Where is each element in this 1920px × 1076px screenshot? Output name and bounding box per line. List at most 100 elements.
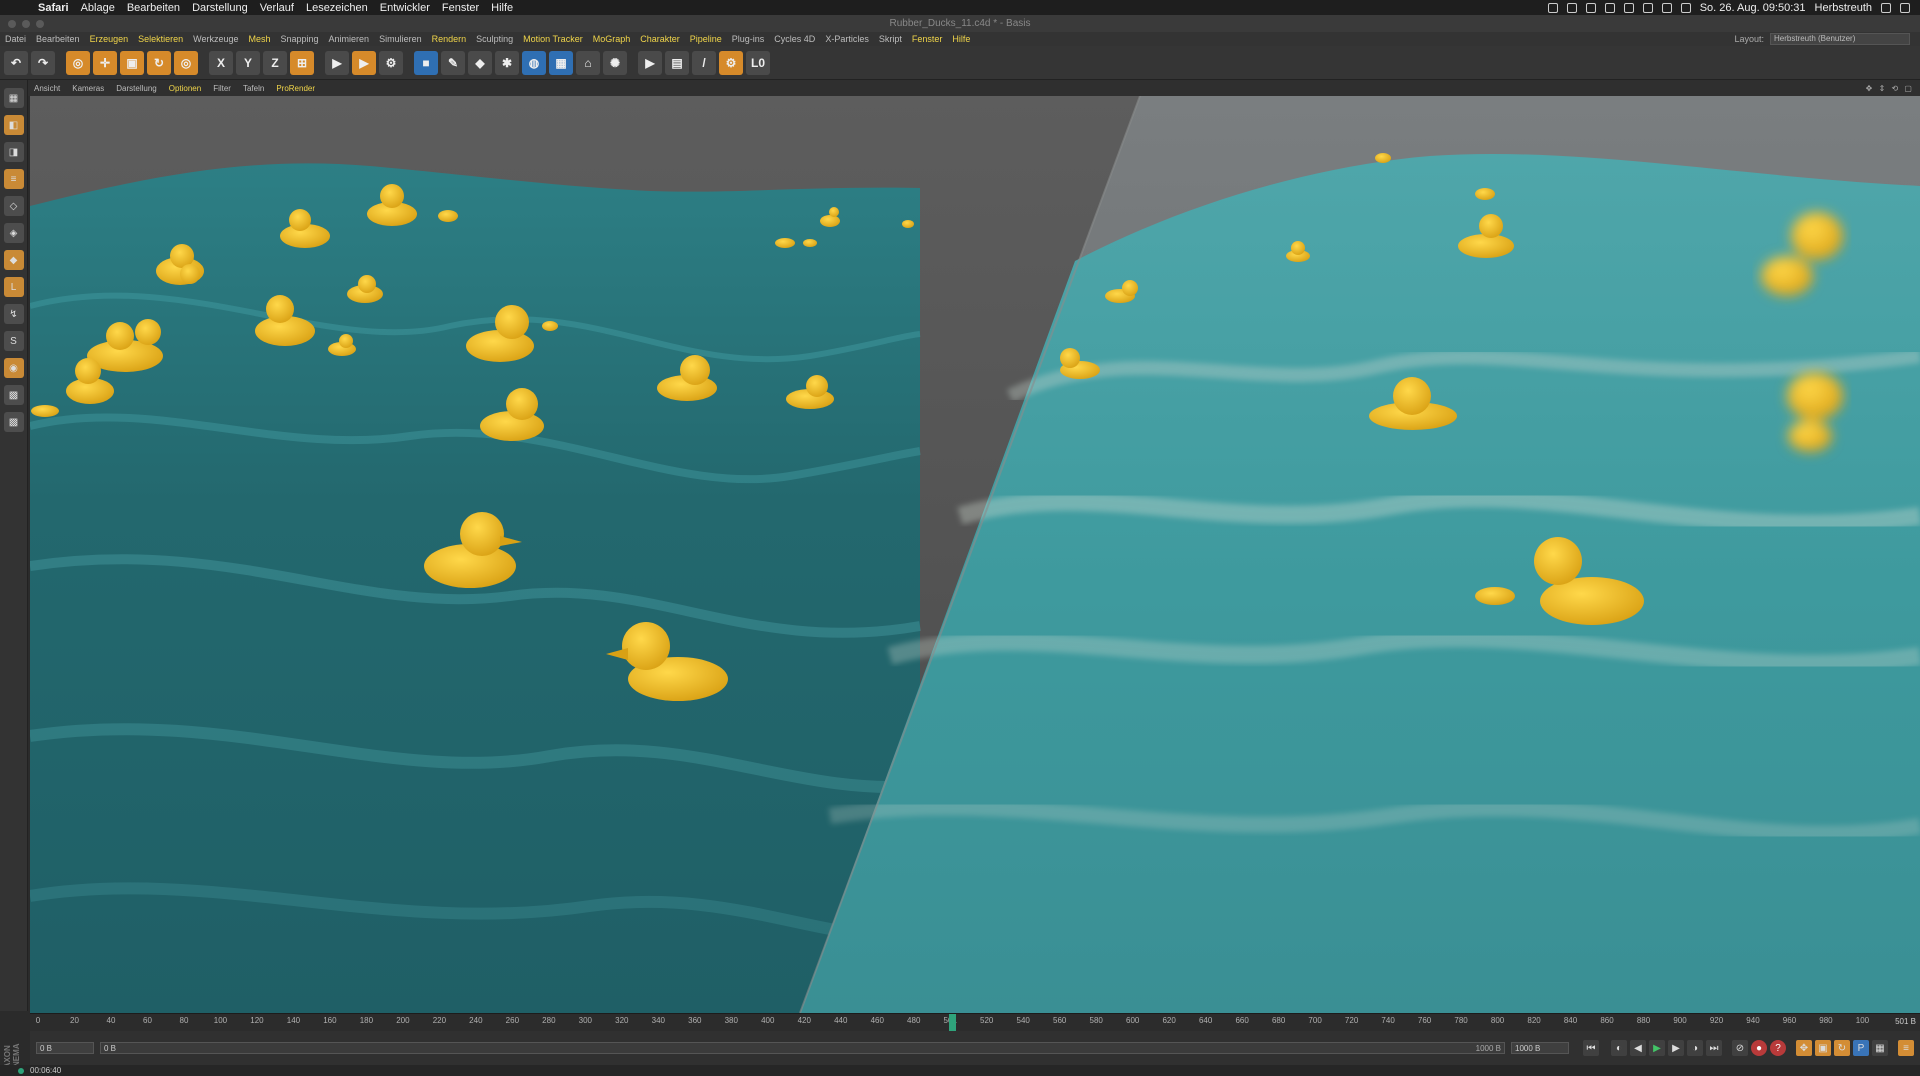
menu-ablage[interactable]: Ablage [81,2,115,14]
menu-app-safari[interactable]: Safari [38,2,69,14]
time-machine-icon[interactable] [1642,2,1653,13]
move-tool-icon[interactable]: ✛ [93,50,117,75]
viewport-menu-item[interactable]: Ansicht [28,84,66,93]
model-mode-icon[interactable]: ◧ [3,115,24,135]
go-to-end-icon[interactable]: ⏭ [1706,1040,1722,1056]
polygons-mode-icon[interactable]: ◆ [3,250,24,270]
display-icon[interactable] [1604,2,1615,13]
subdivision-icon[interactable]: ◆ [468,50,492,75]
timeline-ruler[interactable]: 0 20 40 60 80 100 120 140 160 180 200 220 240 260 280 3… [30,1013,1920,1032]
main-menu-item[interactable]: Hilfe [947,34,975,44]
cube-primitive-icon[interactable]: ■ [414,50,438,75]
texture-mode-icon[interactable]: ◨ [3,142,24,162]
main-menu-item[interactable]: Werkzeuge [188,34,243,44]
menu-lesezeichen[interactable]: Lesezeichen [306,2,368,14]
volume-icon[interactable] [1680,2,1691,13]
redo-icon[interactable]: ↷ [31,50,55,75]
viewport-menu-item[interactable]: Filter [207,84,237,93]
main-menu-item[interactable]: Pipeline [685,34,727,44]
start-frame-field[interactable]: 0 B [36,1042,94,1054]
next-frame-icon[interactable]: ▶ [1668,1040,1684,1056]
menubar-user[interactable]: Herbstreuth [1815,2,1872,14]
timeline-window-icon[interactable]: ≡ [1898,1040,1914,1056]
autokey-icon[interactable]: ? [1770,1040,1786,1056]
menu-darstellung[interactable]: Darstellung [192,2,248,14]
render-settings-icon[interactable]: ⚙ [379,50,403,75]
end-frame-field[interactable]: 1000 B [1511,1042,1569,1054]
battery-icon[interactable] [1623,2,1634,13]
viewport-navigation-icons[interactable]: ✥ ⇕ ⟲ ▢ [1866,84,1920,93]
main-menu-item[interactable]: Bearbeiten [31,34,85,44]
make-editable-icon[interactable]: ▦ [3,88,24,108]
menu-fenster[interactable]: Fenster [442,2,479,14]
main-menu-item[interactable]: X-Particles [820,34,874,44]
go-to-start-icon[interactable]: ⏮ [1583,1040,1599,1056]
shield-icon[interactable] [1585,2,1596,13]
viewport-menu-item[interactable]: Tafeln [237,84,270,93]
keyframe-icon[interactable]: ▶ [638,50,662,75]
camera-icon[interactable]: ⌂ [576,50,600,75]
menu-verlauf[interactable]: Verlauf [260,2,294,14]
timeline-playhead[interactable] [949,1014,957,1032]
light-icon[interactable]: ✺ [603,50,627,75]
menu-bearbeiten[interactable]: Bearbeiten [127,2,180,14]
render-picture-viewer-icon[interactable]: ▶ [352,50,376,75]
menu-hilfe[interactable]: Hilfe [491,2,513,14]
close-window-button[interactable] [8,20,16,28]
live-selection-icon[interactable]: ◎ [66,50,90,75]
main-menu-item[interactable]: Sculpting [471,34,518,44]
spotlight-icon[interactable] [1881,2,1891,13]
brush-icon[interactable]: / [692,50,716,75]
rotate-tool-icon[interactable]: ↻ [147,50,171,75]
array-icon[interactable]: ✱ [495,50,519,75]
pen-spline-icon[interactable]: ✎ [441,50,465,75]
planar-workplane-icon[interactable]: ▩ [3,412,24,432]
main-menu-item[interactable]: Mesh [243,34,275,44]
main-menu-item[interactable]: Plug-ins [727,34,770,44]
notification-center-icon[interactable] [1900,2,1910,13]
wifi-icon[interactable] [1661,2,1672,13]
main-menu-item[interactable]: Erzeugen [85,34,134,44]
key-parameter-icon[interactable]: P [1853,1040,1869,1056]
z-axis-lock-button[interactable]: Z [263,50,287,75]
undo-icon[interactable]: ↶ [4,50,28,75]
axis-mode-icon[interactable]: L [3,277,24,297]
y-axis-lock-button[interactable]: Y [236,50,260,75]
points-mode-icon[interactable]: ◇ [3,196,24,216]
minimize-window-button[interactable] [22,20,30,28]
menu-entwickler[interactable]: Entwickler [380,2,430,14]
viewport-menu-item[interactable]: Kameras [66,84,110,93]
main-menu-item[interactable]: Datei [0,34,31,44]
key-scale-icon[interactable]: ▣ [1815,1040,1831,1056]
workplane-button[interactable]: L0 [746,50,770,75]
viewport-menu-item[interactable]: Darstellung [110,84,162,93]
main-menu-item[interactable]: Rendern [427,34,472,44]
layout-select[interactable]: Herbstreuth (Benutzer) [1770,33,1910,45]
tweak-mode-icon[interactable]: ↯ [3,304,24,324]
x-axis-lock-button[interactable]: X [209,50,233,75]
solo-mode-icon[interactable]: ◉ [3,358,24,378]
main-menu-item[interactable]: Cycles 4D [769,34,820,44]
main-menu-item[interactable]: Skript [874,34,907,44]
menubar-clock[interactable]: So. 26. Aug. 09:50:31 [1700,2,1806,14]
main-menu-item[interactable]: Charakter [635,34,685,44]
play-icon[interactable]: ▶ [1649,1040,1665,1056]
zoom-window-button[interactable] [36,20,44,28]
previous-key-icon[interactable]: ◐ [1611,1040,1627,1056]
cloud-icon[interactable] [1566,2,1577,13]
recent-tool-icon[interactable]: ◎ [174,50,198,75]
viewport-menu-item[interactable]: Optionen [163,84,207,93]
clapper-icon[interactable]: ▤ [665,50,689,75]
main-menu-item[interactable]: Simulieren [374,34,427,44]
previous-frame-icon[interactable]: ◀ [1630,1040,1646,1056]
deformer-icon[interactable]: ◍ [522,50,546,75]
edges-mode-icon[interactable]: ◈ [3,223,24,243]
main-menu-item[interactable]: Selektieren [133,34,188,44]
coordinate-system-icon[interactable]: ⊞ [290,50,314,75]
render-view-icon[interactable]: ▶ [325,50,349,75]
key-pla-icon[interactable]: ▦ [1872,1040,1888,1056]
main-menu-item[interactable]: Fenster [907,34,948,44]
workplane-mode-icon[interactable]: ≡ [3,169,24,189]
snap-toggle-icon[interactable]: S [3,331,24,351]
key-position-icon[interactable]: ✥ [1796,1040,1812,1056]
